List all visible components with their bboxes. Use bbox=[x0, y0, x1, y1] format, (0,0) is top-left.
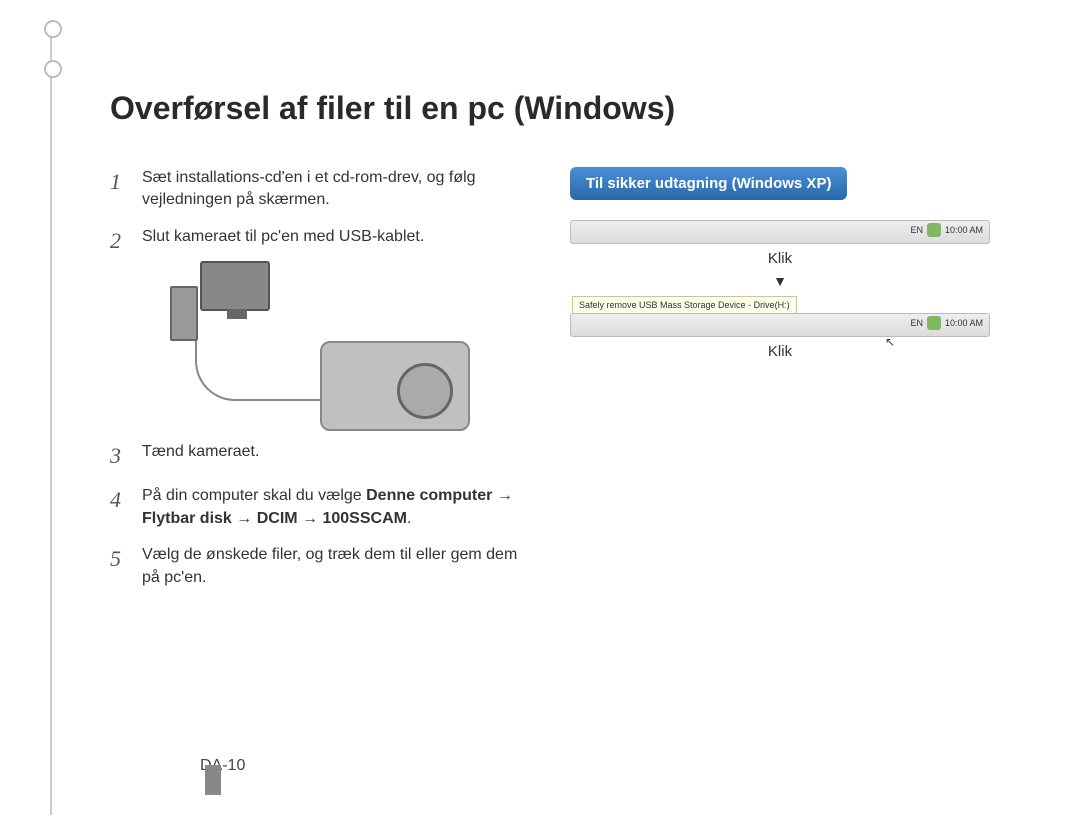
step-3: 3 Tænd kameraet. bbox=[110, 441, 530, 472]
page-tab-marker bbox=[205, 765, 221, 795]
step-4: 4 På din computer skal du vælge Denne co… bbox=[110, 485, 530, 530]
usb-cable-icon bbox=[195, 341, 325, 401]
step-number: 5 bbox=[110, 544, 130, 589]
bold-path: Flytbar disk bbox=[142, 510, 232, 527]
step-number: 1 bbox=[110, 167, 130, 212]
click-label: Klik bbox=[570, 250, 990, 267]
pc-tower-icon bbox=[170, 286, 198, 341]
text: På din computer skal du vælge bbox=[142, 487, 366, 504]
bold-path: 100SSCAM bbox=[322, 510, 406, 527]
step-number: 4 bbox=[110, 485, 130, 530]
safely-remove-icon bbox=[927, 223, 941, 237]
step-text: Sæt installations-cd'en i et cd-rom-drev… bbox=[142, 167, 530, 212]
step-number: 2 bbox=[110, 226, 130, 257]
language-indicator: EN bbox=[910, 225, 923, 235]
step-5: 5 Vælg de ønskede filer, og træk dem til… bbox=[110, 544, 530, 589]
sidebar-heading: Til sikker udtagning (Windows XP) bbox=[570, 167, 847, 200]
arrow: → bbox=[232, 510, 257, 527]
content-columns: 1 Sæt installations-cd'en i et cd-rom-dr… bbox=[110, 167, 990, 603]
page-title: Overførsel af filer til en pc (Windows) bbox=[110, 90, 990, 127]
right-column: Til sikker udtagning (Windows XP) EN 10:… bbox=[570, 167, 990, 603]
cursor-icon: ↖ bbox=[885, 335, 895, 349]
connection-illustration bbox=[140, 271, 530, 421]
balloon-row: Safely remove USB Mass Storage Device - … bbox=[570, 295, 990, 337]
clock: 10:00 AM bbox=[945, 225, 983, 235]
arrow: → bbox=[492, 487, 512, 504]
manual-page: Overførsel af filer til en pc (Windows) … bbox=[0, 0, 1080, 835]
step-text: Slut kameraet til pc'en med USB-kablet. bbox=[142, 226, 424, 257]
balloon-tooltip: Safely remove USB Mass Storage Device - … bbox=[572, 296, 797, 314]
step-text: På din computer skal du vælge Denne comp… bbox=[142, 485, 530, 530]
down-arrow-icon: ▼ bbox=[570, 273, 990, 289]
dot: . bbox=[407, 510, 411, 527]
step-text: Tænd kameraet. bbox=[142, 441, 259, 472]
arrow: → bbox=[298, 510, 323, 527]
step-1: 1 Sæt installations-cd'en i et cd-rom-dr… bbox=[110, 167, 530, 212]
taskbar-tray: EN 10:00 AM bbox=[910, 223, 983, 237]
step-2: 2 Slut kameraet til pc'en med USB-kablet… bbox=[110, 226, 530, 257]
clock: 10:00 AM bbox=[945, 318, 983, 328]
language-indicator: EN bbox=[910, 318, 923, 328]
monitor-icon bbox=[200, 261, 270, 311]
bold-path: DCIM bbox=[257, 510, 298, 527]
taskbar-tray: EN 10:00 AM bbox=[910, 316, 983, 330]
step-number: 3 bbox=[110, 441, 130, 472]
bold-path: Denne computer bbox=[366, 487, 492, 504]
left-column: 1 Sæt installations-cd'en i et cd-rom-dr… bbox=[110, 167, 530, 603]
windows-taskbar: EN 10:00 AM bbox=[570, 313, 990, 337]
camera-icon bbox=[320, 341, 470, 431]
click-label: Klik bbox=[570, 343, 990, 360]
windows-taskbar: EN 10:00 AM bbox=[570, 220, 990, 244]
safely-remove-icon bbox=[927, 316, 941, 330]
step-text: Vælg de ønskede filer, og træk dem til e… bbox=[142, 544, 530, 589]
